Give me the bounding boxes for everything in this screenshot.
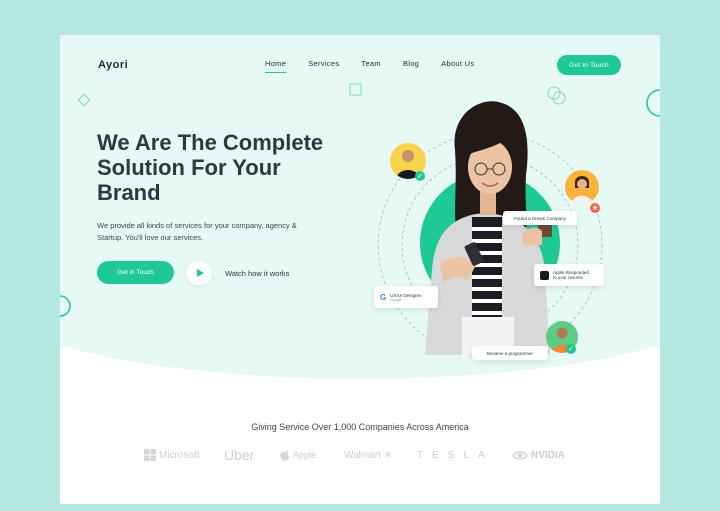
headline-line-1: We Are The Complete xyxy=(97,130,324,155)
check-icon: ✓ xyxy=(415,171,425,181)
woman-illustration xyxy=(425,101,552,355)
play-icon xyxy=(196,269,204,277)
headline-line-3: Brand xyxy=(97,180,161,205)
get-in-touch-hero-button[interactable]: Get in Touch xyxy=(97,261,174,284)
card-apple-responded: Apple Responded to your resume xyxy=(534,264,604,286)
brand-logo[interactable]: Ayori xyxy=(98,59,128,71)
star-icon: ★ xyxy=(590,203,600,213)
google-icon: G xyxy=(380,292,387,302)
google-card-subtitle: Google xyxy=(390,297,402,302)
card-found-dream-company: Found a Dream Company xyxy=(503,211,577,225)
nvidia-logo: NVIDIA xyxy=(512,447,565,463)
uber-text: Uber xyxy=(224,447,255,463)
nav-home[interactable]: Home xyxy=(265,59,287,73)
card-became-programmer: Became a programmer xyxy=(472,346,548,360)
half-circle-right-icon xyxy=(646,89,660,117)
apple-logo: Apple xyxy=(280,447,316,463)
companies-title: Giving Service Over 1,000 Companies Acro… xyxy=(251,422,469,432)
page-frame: Ayori Home Services Team Blog About Us G… xyxy=(60,35,660,504)
tesla-logo: TESLA xyxy=(417,447,494,463)
diamond-shape-icon xyxy=(77,93,91,107)
card-ux-ui-designer: G UX/UI Designer Google xyxy=(374,286,438,308)
microsoft-text: Microsoft xyxy=(159,449,200,461)
square-outline-icon xyxy=(349,83,362,96)
nav-about-us[interactable]: About Us xyxy=(441,59,474,73)
walmart-spark-icon: ✳ xyxy=(383,449,393,461)
microsoft-logo: Microsoft xyxy=(144,447,200,463)
hero-headline: We Are The Complete Solution For Your Br… xyxy=(97,130,357,205)
nvidia-text: NVIDIA xyxy=(531,449,565,461)
apple-icon xyxy=(540,270,549,280)
avatar-woman-orange xyxy=(565,170,599,204)
apple-card-subtitle: to your resume xyxy=(553,275,584,280)
google-card-text: UX/UI Designer Google xyxy=(390,293,421,302)
nav-services[interactable]: Services xyxy=(308,59,339,73)
description-line-2: Startup. You'll love our services. xyxy=(97,233,204,242)
apple-logo-icon xyxy=(280,450,290,461)
uber-logo: Uber xyxy=(224,447,254,463)
tesla-text: TESLA xyxy=(417,449,494,461)
company-logos: Microsoft Uber Apple Walmart ✳ TESLA NVI… xyxy=(144,447,584,463)
card-found-dream-text: Found a Dream Company xyxy=(514,215,566,221)
nav-blog[interactable]: Blog xyxy=(403,59,419,73)
description-line-1: We provide all kinds of services for you… xyxy=(97,221,297,230)
get-in-touch-nav-button[interactable]: Get in Touch xyxy=(557,55,621,75)
apple-card-text: Apple Responded to your resume xyxy=(553,270,589,280)
walmart-logo: Walmart ✳ xyxy=(344,447,392,463)
play-video-button[interactable] xyxy=(186,261,212,285)
watch-how-it-works-link[interactable]: Watch how it works xyxy=(225,269,289,278)
main-nav: Home Services Team Blog About Us xyxy=(265,59,496,73)
nvidia-eye-icon xyxy=(512,450,528,460)
half-circle-left-icon xyxy=(60,295,71,317)
microsoft-icon xyxy=(144,449,156,461)
walmart-text: Walmart xyxy=(344,449,381,461)
check-icon: ✓ xyxy=(566,344,576,354)
programmer-card-text: Became a programmer xyxy=(486,350,534,356)
nav-team[interactable]: Team xyxy=(361,59,381,73)
hero-description: We provide all kinds of services for you… xyxy=(97,220,327,244)
headline-line-2: Solution For Your xyxy=(97,155,281,180)
apple-logo-text: Apple xyxy=(293,450,317,460)
